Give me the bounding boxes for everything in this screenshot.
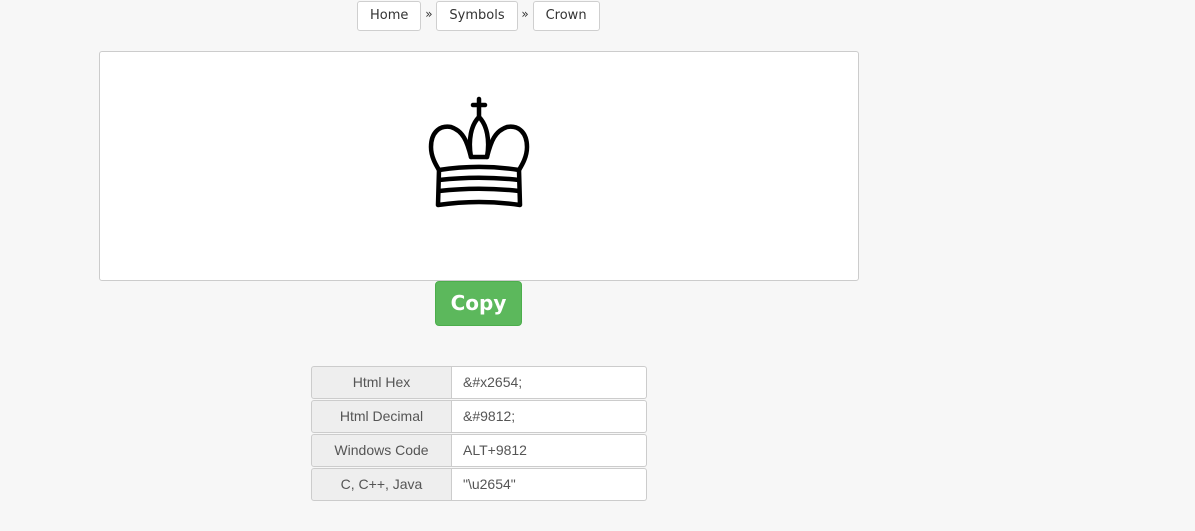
chess-king-icon [428,96,530,208]
breadcrumb-separator: » [425,7,433,21]
code-row-html-hex: Html Hex &#x2654; [311,366,647,400]
code-value-field[interactable]: &#x2654; [452,366,647,399]
breadcrumb-separator: » [521,7,529,21]
breadcrumb: Home » Symbols » Crown [357,1,600,31]
copy-button[interactable]: Copy [435,281,522,326]
code-row-html-decimal: Html Decimal &#9812; [311,400,647,434]
breadcrumb-crown-link[interactable]: Crown [532,1,600,31]
code-value-field[interactable]: ALT+9812 [452,434,647,467]
breadcrumb-symbols-link[interactable]: Symbols [436,1,518,31]
code-label: Windows Code [311,434,452,467]
code-value-field[interactable]: &#9812; [452,400,647,433]
symbol-codes-table: Html Hex &#x2654; Html Decimal &#9812; W… [311,366,647,502]
code-label: Html Hex [311,366,452,399]
code-label: Html Decimal [311,400,452,433]
code-value-field[interactable]: "\u2654" [452,468,647,501]
breadcrumb-home-link[interactable]: Home [357,1,422,31]
code-row-c-cpp-java: C, C++, Java "\u2654" [311,468,647,502]
symbol-display-box [99,51,859,281]
code-row-windows-code: Windows Code ALT+9812 [311,434,647,468]
code-label: C, C++, Java [311,468,452,501]
